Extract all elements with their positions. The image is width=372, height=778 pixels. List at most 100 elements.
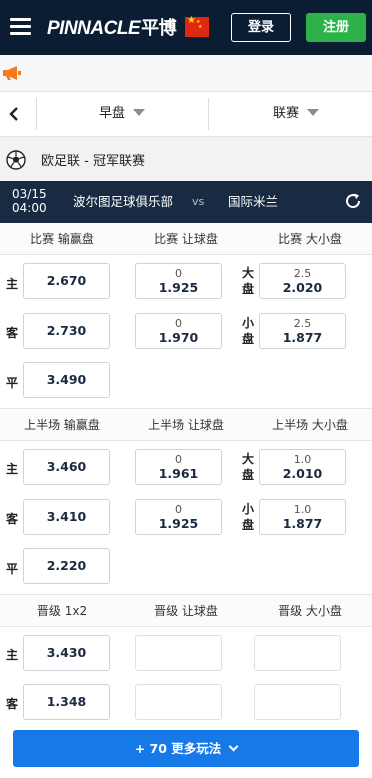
odds-value: 2.010 <box>282 466 323 481</box>
odds-value: 1.877 <box>282 516 323 531</box>
odds-button-ml-home[interactable]: 2.670 <box>23 263 110 299</box>
section-header: 晋级 1x2 晋级 让球盘 晋级 大小盘 <box>0 595 372 627</box>
draw-row-label: 平 <box>6 562 19 576</box>
under-row-label: 小盘 <box>242 316 255 346</box>
divider <box>208 98 209 130</box>
handicap-line: 0 <box>175 453 182 466</box>
odds-value: 2.670 <box>46 273 87 288</box>
odds-value: 2.730 <box>46 323 87 338</box>
odds-button-over[interactable]: 1.0 2.010 <box>259 449 346 485</box>
odds-value: 2.220 <box>46 558 87 573</box>
odds-value: 3.490 <box>46 372 87 387</box>
column-header-handicap: 上半场 让球盘 <box>148 418 224 432</box>
total-line: 1.0 <box>293 503 312 516</box>
back-button[interactable] <box>0 92 36 136</box>
total-line: 2.5 <box>293 267 312 280</box>
odds-button-qualify-away[interactable]: 1.348 <box>23 684 110 720</box>
empty-odds-slot <box>135 635 222 671</box>
megaphone-icon[interactable] <box>2 65 22 81</box>
draw-row-label: 平 <box>6 376 19 390</box>
odds-value: 1.925 <box>158 280 199 295</box>
top-navigation-bar: PINNACLE平博 ★ ★ ★ 登录 注册 <box>0 0 372 55</box>
caret-down-icon <box>307 109 320 116</box>
market-filter-dropdown[interactable]: 早盘 <box>99 92 146 136</box>
total-line: 1.0 <box>293 453 312 466</box>
odds-value: 1.877 <box>282 330 323 345</box>
odds-button-qualify-home[interactable]: 3.430 <box>23 635 110 671</box>
odds-value: 3.410 <box>46 509 87 524</box>
over-row-label: 大盘 <box>242 266 255 296</box>
league-name[interactable]: 欧足联 - 冠军联赛 <box>41 137 145 187</box>
soccer-ball-icon <box>6 150 26 170</box>
odds-button-hdp-home[interactable]: 0 1.925 <box>135 263 222 299</box>
home-team-name: 波尔图足球俱乐部 <box>73 194 174 209</box>
match-date: 03/15 <box>12 187 47 201</box>
section-header: 上半场 输赢盘 上半场 让球盘 上半场 大小盘 <box>0 409 372 441</box>
league-header: 欧足联 - 冠军联赛 <box>0 137 372 181</box>
odds-value: 3.430 <box>46 645 87 660</box>
odds-button-ml-home[interactable]: 3.460 <box>23 449 110 485</box>
section-header: 比赛 输赢盘 比赛 让球盘 比赛 大小盘 <box>0 223 372 255</box>
vs-label: vs <box>192 195 205 208</box>
odds-button-hdp-home[interactable]: 0 1.961 <box>135 449 222 485</box>
more-markets-label: + 70 更多玩法 <box>134 741 222 756</box>
handicap-line: 0 <box>175 267 182 280</box>
column-header-total: 比赛 大小盘 <box>278 232 342 246</box>
register-button[interactable]: 注册 <box>306 13 366 42</box>
odds-button-hdp-away[interactable]: 0 1.925 <box>135 499 222 535</box>
full-match-section: 比赛 输赢盘 比赛 让球盘 比赛 大小盘 主 客 平 2.670 2.730 3… <box>0 223 372 409</box>
divider <box>36 98 37 130</box>
home-row-label: 主 <box>6 277 19 291</box>
odds-button-ml-away[interactable]: 3.410 <box>23 499 110 535</box>
caret-down-icon <box>133 109 146 116</box>
odds-button-ml-draw[interactable]: 2.220 <box>23 548 110 584</box>
away-row-label: 客 <box>6 697 19 711</box>
first-half-section: 上半场 输赢盘 上半场 让球盘 上半场 大小盘 主 客 平 3.460 3.41… <box>0 409 372 595</box>
away-row-label: 客 <box>6 512 19 526</box>
column-header-moneyline: 上半场 输赢盘 <box>24 418 100 432</box>
odds-button-ml-draw[interactable]: 3.490 <box>23 362 110 398</box>
odds-value: 3.460 <box>46 459 87 474</box>
league-filter-dropdown[interactable]: 联赛 <box>273 92 320 136</box>
column-header-handicap: 晋级 让球盘 <box>154 604 218 618</box>
market-filter-label: 早盘 <box>99 106 126 121</box>
odds-value: 1.970 <box>158 330 199 345</box>
odds-button-over[interactable]: 2.5 2.020 <box>259 263 346 299</box>
handicap-line: 0 <box>175 317 182 330</box>
refresh-icon[interactable] <box>344 192 362 210</box>
home-row-label: 主 <box>6 462 19 476</box>
league-filter-label: 联赛 <box>273 106 300 121</box>
column-header-moneyline: 比赛 输赢盘 <box>30 232 94 246</box>
match-header: 03/15 04:00 波尔图足球俱乐部 vs 国际米兰 <box>0 181 372 223</box>
china-flag-icon[interactable]: ★ ★ ★ <box>185 16 209 37</box>
away-team-name: 国际米兰 <box>228 194 279 209</box>
chevron-left-icon <box>9 107 18 121</box>
away-row-label: 客 <box>6 326 19 340</box>
empty-odds-slot <box>254 635 341 671</box>
column-header-total: 上半场 大小盘 <box>272 418 348 432</box>
odds-value: 2.020 <box>282 280 323 295</box>
odds-value: 1.348 <box>46 694 87 709</box>
more-markets-button[interactable]: + 70 更多玩法 <box>13 730 359 767</box>
empty-odds-slot <box>135 684 222 720</box>
total-line: 2.5 <box>293 317 312 330</box>
column-header-1x2: 晋级 1x2 <box>36 604 88 618</box>
odds-value: 1.961 <box>158 466 199 481</box>
empty-odds-slot <box>254 684 341 720</box>
under-row-label: 小盘 <box>242 502 255 532</box>
brand-logo[interactable]: PINNACLE平博 <box>47 14 177 40</box>
filter-bar: 早盘 联赛 <box>0 91 372 137</box>
odds-button-ml-away[interactable]: 2.730 <box>23 313 110 349</box>
odds-button-hdp-away[interactable]: 0 1.970 <box>135 313 222 349</box>
login-button[interactable]: 登录 <box>231 13 291 42</box>
odds-button-under[interactable]: 2.5 1.877 <box>259 313 346 349</box>
odds-button-under[interactable]: 1.0 1.877 <box>259 499 346 535</box>
menu-icon[interactable] <box>10 18 31 35</box>
column-header-handicap: 比赛 让球盘 <box>154 232 218 246</box>
home-row-label: 主 <box>6 648 19 662</box>
column-header-total: 晋级 大小盘 <box>278 604 342 618</box>
handicap-line: 0 <box>175 503 182 516</box>
over-row-label: 大盘 <box>242 452 255 482</box>
chevron-down-icon <box>228 741 239 752</box>
announcement-bar <box>0 55 372 91</box>
